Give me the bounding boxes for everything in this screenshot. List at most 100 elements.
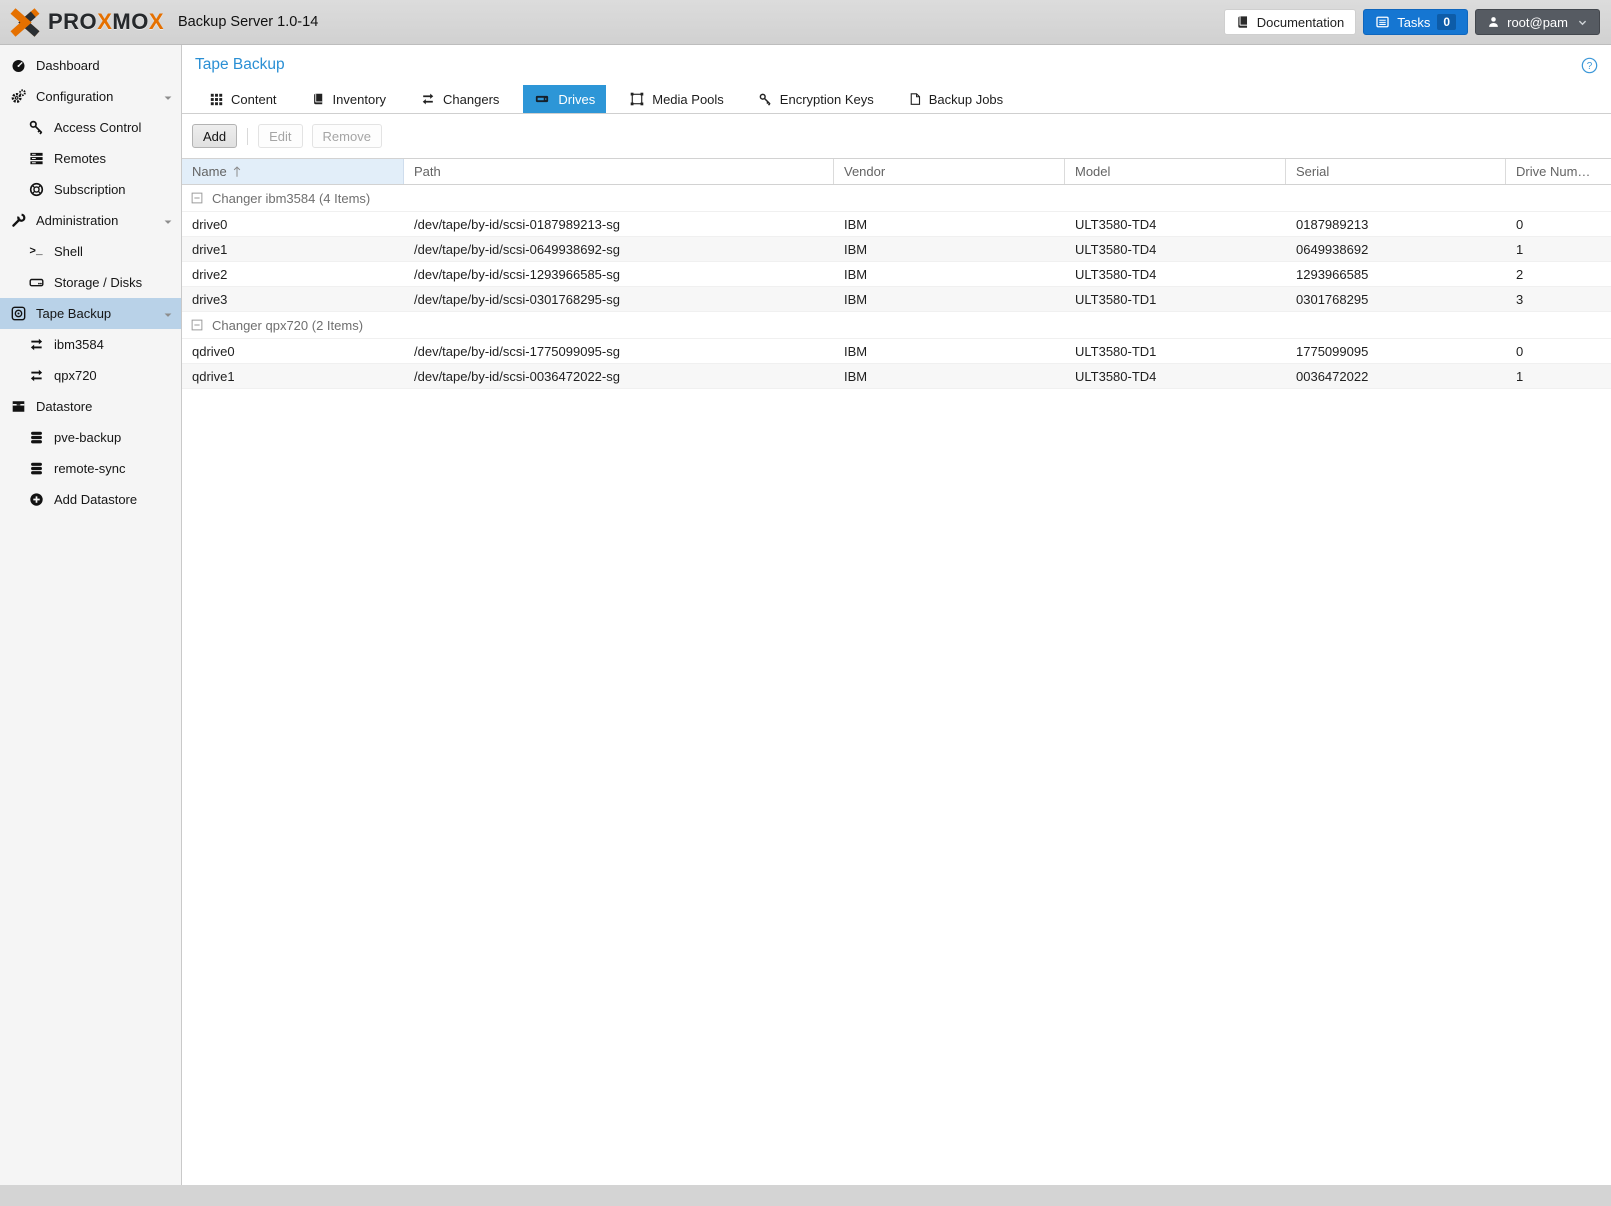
expander-caret-icon[interactable] [163,217,173,227]
tab-drives[interactable]: Drives [523,85,607,113]
cell-vendor: IBM [844,368,868,384]
sidebar-item-label: Access Control [54,120,142,135]
sidebar-item-remote-sync[interactable]: remote-sync [0,453,181,484]
collapse-minus-square-icon[interactable] [191,319,203,331]
column-header-model[interactable]: Model [1065,159,1286,184]
drives-table: Name Path Vendor Model Serial Drive Num…… [182,158,1611,1185]
sidebar-item-administration[interactable]: Administration [0,205,181,236]
tab-inventory[interactable]: Inventory [301,85,397,113]
cell-name: drive3 [192,291,228,307]
sidebar-item-label: Remotes [54,151,107,166]
tape-drive-icon [534,92,550,106]
expander-caret-icon[interactable] [163,310,173,320]
page-title: Tape Backup [195,56,285,73]
sidebar-item-label: Storage / Disks [54,275,143,290]
sidebar-item-access-control[interactable]: Access Control [0,112,181,143]
tab-changers[interactable]: Changers [410,85,510,113]
cell-serial: 1293966585 [1296,266,1369,282]
documentation-button[interactable]: Documentation [1223,9,1357,35]
sidebar-item-subscription[interactable]: Subscription [0,174,181,205]
cell-vendor: IBM [844,216,868,232]
cell-drive-number: 0 [1516,343,1524,359]
group-header-qpx720[interactable]: Changer qpx720 (2 Items) [182,312,1611,339]
column-header-path[interactable]: Path [404,159,834,184]
sidebar-item-shell[interactable]: >_ Shell [0,236,181,267]
tab-media-pools[interactable]: Media Pools [619,85,735,113]
sidebar-item-storage-disks[interactable]: Storage / Disks [0,267,181,298]
table-row[interactable]: drive0 /dev/tape/by-id/scsi-0187989213-s… [182,212,1611,237]
cell-drive-number: 1 [1516,368,1524,384]
table-row[interactable]: qdrive1 /dev/tape/by-id/scsi-0036472022-… [182,364,1611,389]
tab-content[interactable]: Content [199,85,288,113]
sidebar-item-dashboard[interactable]: Dashboard [0,50,181,81]
cell-name: drive2 [192,266,228,282]
group-header-ibm3584[interactable]: Changer ibm3584 (4 Items) [182,185,1611,212]
tab-encryption-keys[interactable]: Encryption Keys [748,85,885,113]
column-header-vendor[interactable]: Vendor [834,159,1065,184]
sidebar-item-label: Shell [54,244,83,259]
grid-icon [210,93,223,106]
cell-path: /dev/tape/by-id/scsi-1775099095-sg [414,343,620,359]
user-menu-button[interactable]: root@pam [1475,9,1600,35]
tape-icon [10,306,26,321]
add-button[interactable]: Add [192,124,238,148]
tab-bar: Content Inventory Changers Drives Media … [182,85,1611,114]
proxmox-x-icon [10,8,40,37]
cell-drive-number: 2 [1516,266,1524,282]
sidebar-item-pve-backup[interactable]: pve-backup [0,422,181,453]
sidebar-item-configuration[interactable]: Configuration [0,81,181,112]
sidebar-item-ibm3584[interactable]: ibm3584 [0,329,181,360]
sidebar-item-datastore[interactable]: Datastore [0,391,181,422]
tab-label: Drives [558,91,596,107]
key-icon [759,93,772,106]
expander-caret-icon[interactable] [163,93,173,103]
column-header-drive-number[interactable]: Drive Num… [1506,159,1611,184]
cell-model: ULT3580-TD4 [1075,368,1157,384]
column-header-name[interactable]: Name [182,159,404,184]
cell-name: qdrive0 [192,343,235,359]
cell-model: ULT3580-TD4 [1075,216,1157,232]
sidebar-item-qpx720[interactable]: qpx720 [0,360,181,391]
tab-label: Media Pools [652,91,724,107]
tab-backup-jobs[interactable]: Backup Jobs [898,85,1014,113]
cell-path: /dev/tape/by-id/scsi-0036472022-sg [414,368,620,384]
cell-serial: 1775099095 [1296,343,1369,359]
tasks-button[interactable]: Tasks 0 [1363,9,1469,35]
sidebar-nav: Dashboard Configuration Access Control R… [0,45,182,1185]
help-icon[interactable]: ? [1581,57,1598,74]
sidebar-item-label: Datastore [36,399,93,414]
tab-label: Encryption Keys [779,91,874,107]
exchange-icon [28,368,44,383]
remove-button[interactable]: Remove [311,124,382,148]
exchange-icon [28,337,44,352]
table-row[interactable]: drive1 /dev/tape/by-id/scsi-0649938692-s… [182,237,1611,262]
grid-toolbar: Add Edit Remove [182,114,1611,158]
table-row[interactable]: drive2 /dev/tape/by-id/scsi-1293966585-s… [182,262,1611,287]
edit-button[interactable]: Edit [258,124,303,148]
cell-model: ULT3580-TD4 [1075,241,1157,257]
main-content-panel: Tape Backup ? Content Inventory Changers… [182,45,1611,1185]
life-ring-icon [28,182,44,197]
sidebar-item-remotes[interactable]: Remotes [0,143,181,174]
sidebar-item-add-datastore[interactable]: Add Datastore [0,484,181,515]
key-icon [28,120,44,135]
tasks-count-badge: 0 [1437,14,1457,30]
column-header-serial[interactable]: Serial [1286,159,1506,184]
group-header-label: Changer qpx720 (2 Items) [212,317,364,333]
plus-circle-icon [28,492,44,507]
logo-text: PROXMOX [48,9,165,34]
table-row[interactable]: drive3 /dev/tape/by-id/scsi-0301768295-s… [182,287,1611,312]
tab-label: Content [231,91,277,107]
sidebar-item-label: Administration [36,213,119,228]
cell-vendor: IBM [844,343,868,359]
cell-drive-number: 3 [1516,291,1524,307]
dashboard-icon [10,58,26,73]
cell-vendor: IBM [844,266,868,282]
sidebar-item-label: remote-sync [54,461,126,476]
product-version: Backup Server 1.0-14 [178,14,319,30]
book-icon [1238,16,1247,28]
sidebar-item-label: ibm3584 [54,337,104,352]
table-row[interactable]: qdrive0 /dev/tape/by-id/scsi-1775099095-… [182,339,1611,364]
collapse-minus-square-icon[interactable] [191,192,203,204]
sidebar-item-tape-backup[interactable]: Tape Backup [0,298,181,329]
